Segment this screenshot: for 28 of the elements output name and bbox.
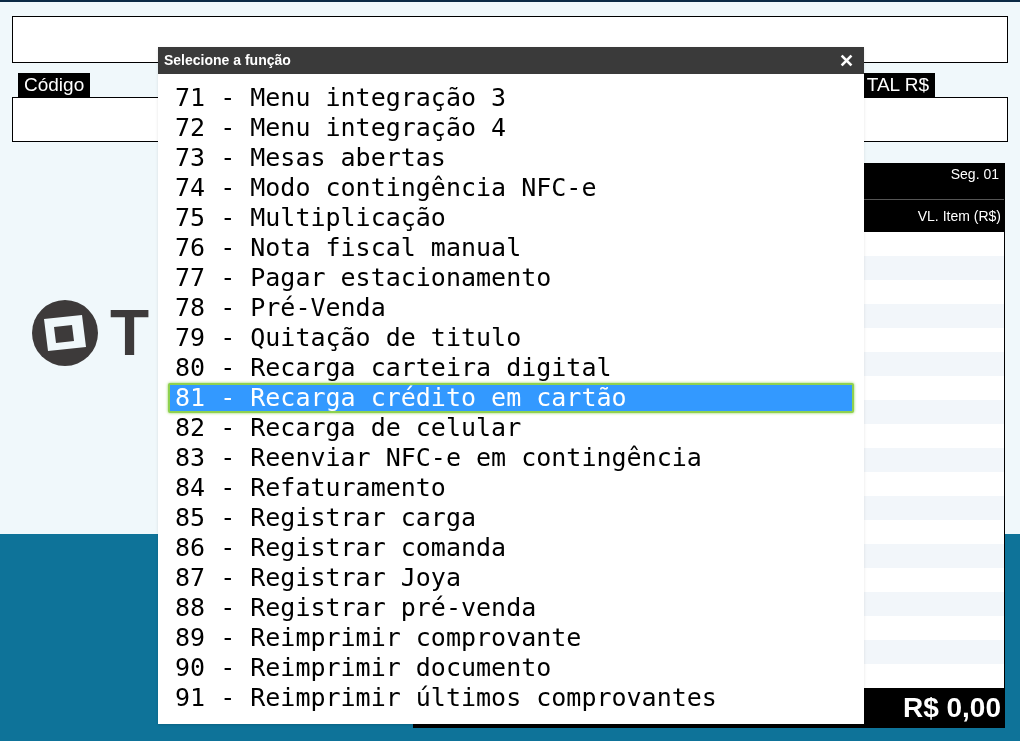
- column-header: VL. Item (R$): [917, 206, 1001, 226]
- menu-item[interactable]: 77 - Pagar estacionamento: [168, 263, 854, 293]
- menu-item[interactable]: 83 - Reenviar NFC-e em contingência: [168, 443, 854, 473]
- menu-item[interactable]: 79 - Quitação de titulo: [168, 323, 854, 353]
- menu-item[interactable]: 73 - Mesas abertas: [168, 143, 854, 173]
- logo-icon: [30, 297, 100, 369]
- menu-item[interactable]: 80 - Recarga carteira digital: [168, 353, 854, 383]
- segment-label: Seg. 01: [950, 165, 999, 184]
- total-amount: R$ 0,00: [902, 691, 1001, 725]
- menu-item[interactable]: 72 - Menu integração 4: [168, 113, 854, 143]
- menu-item[interactable]: 88 - Registrar pré-venda: [168, 593, 854, 623]
- menu-item[interactable]: 84 - Refaturamento: [168, 473, 854, 503]
- menu-item[interactable]: 71 - Menu integração 3: [168, 83, 854, 113]
- field-label: Código: [18, 73, 91, 97]
- menu-item[interactable]: 78 - Pré-Venda: [168, 293, 854, 323]
- menu-item[interactable]: 86 - Registrar comanda: [168, 533, 854, 563]
- menu-item[interactable]: 75 - Multiplicação: [168, 203, 854, 233]
- logo-text: T: [110, 301, 150, 365]
- menu-item[interactable]: 82 - Recarga de celular: [168, 413, 854, 443]
- menu-item[interactable]: 91 - Reimprimir últimos comprovantes: [168, 683, 854, 713]
- menu-item[interactable]: 90 - Reimprimir documento: [168, 653, 854, 683]
- menu-item[interactable]: 74 - Modo contingência NFC-e: [168, 173, 854, 203]
- menu-item[interactable]: 76 - Nota fiscal manual: [168, 233, 854, 263]
- menu-item[interactable]: 85 - Registrar carga: [168, 503, 854, 533]
- close-button[interactable]: ✕: [835, 51, 858, 70]
- dialog-title: Selecione a função: [164, 51, 291, 70]
- menu-item[interactable]: 87 - Registrar Joya: [168, 563, 854, 593]
- menu-item[interactable]: 89 - Reimprimir comprovante: [168, 623, 854, 653]
